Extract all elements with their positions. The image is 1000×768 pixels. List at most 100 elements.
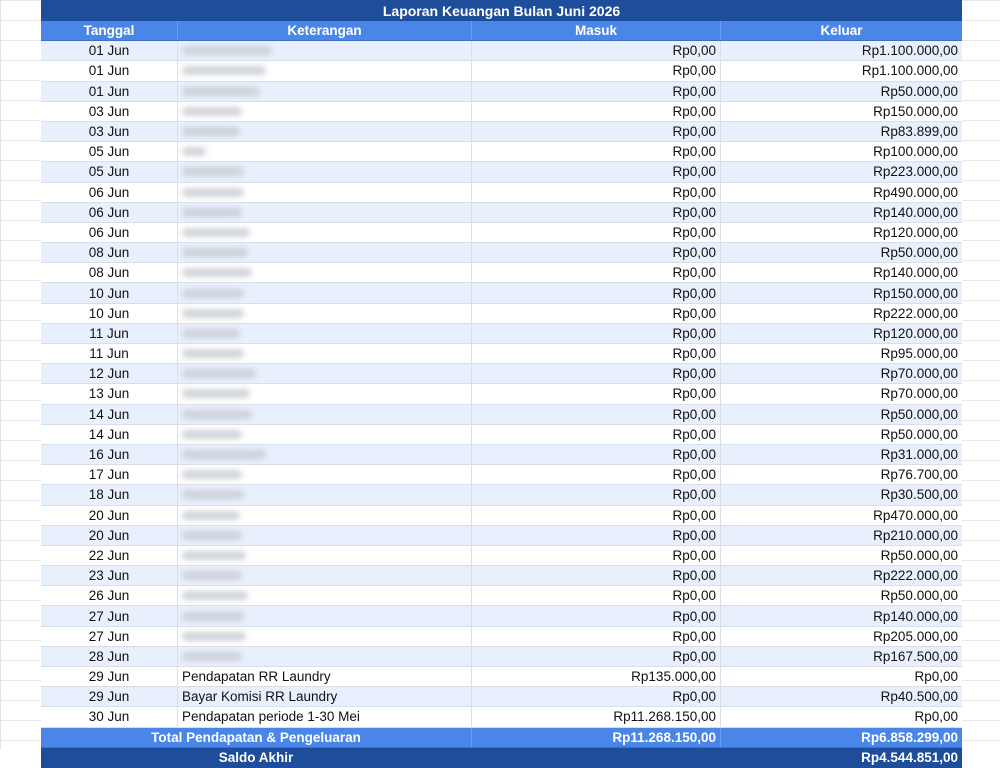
cell-keterangan[interactable] [178, 646, 472, 666]
cell-keterangan[interactable] [178, 545, 472, 566]
cell-keterangan[interactable] [178, 323, 472, 343]
cell-tanggal[interactable]: 10 Jun [41, 303, 178, 323]
cell-tanggal[interactable]: 16 Jun [41, 444, 178, 465]
cell-keterangan[interactable] [178, 384, 472, 404]
header-keluar[interactable]: Keluar [721, 21, 962, 40]
cell-tanggal[interactable]: 06 Jun [41, 222, 178, 243]
cell-keterangan[interactable] [178, 162, 472, 182]
cell-keterangan[interactable] [178, 303, 472, 323]
cell-keterangan[interactable] [178, 465, 472, 485]
cell-tanggal[interactable]: 01 Jun [41, 41, 178, 61]
cell-masuk[interactable]: Rp0,00 [472, 101, 721, 121]
cell-keluar[interactable]: Rp0,00 [721, 667, 962, 686]
cell-tanggal[interactable]: 26 Jun [41, 586, 178, 606]
cell-masuk[interactable]: Rp0,00 [472, 364, 721, 384]
cell-keluar[interactable]: Rp490.000,00 [721, 183, 962, 202]
cell-masuk[interactable]: Rp0,00 [472, 545, 721, 566]
cell-tanggal[interactable]: 13 Jun [41, 384, 178, 404]
saldo-empty-cell[interactable] [472, 747, 721, 768]
cell-keterangan[interactable] [178, 606, 472, 626]
cell-keluar[interactable]: Rp50.000,00 [721, 546, 962, 565]
cell-keterangan[interactable] [178, 81, 472, 101]
cell-keluar[interactable]: Rp222.000,00 [721, 566, 962, 585]
cell-masuk[interactable]: Rp0,00 [472, 626, 721, 646]
cell-tanggal[interactable]: 03 Jun [41, 101, 178, 121]
cell-masuk[interactable]: Rp0,00 [472, 344, 721, 364]
cell-keluar[interactable]: Rp30.500,00 [721, 485, 962, 504]
cell-tanggal[interactable]: 05 Jun [41, 162, 178, 182]
cell-keluar[interactable]: Rp140.000,00 [721, 203, 962, 222]
header-masuk[interactable]: Masuk [472, 21, 721, 41]
cell-keluar[interactable]: Rp50.000,00 [721, 82, 962, 101]
cell-tanggal[interactable]: 27 Jun [41, 626, 178, 646]
cell-tanggal[interactable]: 06 Jun [41, 182, 178, 202]
cell-tanggal[interactable]: 08 Jun [41, 263, 178, 283]
cell-keluar[interactable]: Rp167.500,00 [721, 647, 962, 666]
cell-tanggal[interactable]: 28 Jun [41, 646, 178, 666]
cell-keterangan[interactable] [178, 182, 472, 202]
cell-keluar[interactable]: Rp50.000,00 [721, 425, 962, 444]
cell-masuk[interactable]: Rp0,00 [472, 243, 721, 263]
cell-masuk[interactable]: Rp0,00 [472, 202, 721, 222]
saldo-label[interactable]: Saldo Akhir [41, 747, 472, 768]
cell-tanggal[interactable]: 01 Jun [41, 61, 178, 81]
cell-keluar[interactable]: Rp50.000,00 [721, 243, 962, 262]
report-title[interactable]: Laporan Keuangan Bulan Juni 2026 [41, 0, 962, 21]
cell-keluar[interactable]: Rp150.000,00 [721, 102, 962, 121]
cell-keluar[interactable]: Rp50.000,00 [721, 405, 962, 424]
cell-keluar[interactable]: Rp1.100.000,00 [721, 61, 962, 80]
cell-keluar[interactable]: Rp40.500,00 [721, 687, 962, 706]
cell-masuk[interactable]: Rp0,00 [472, 646, 721, 666]
total-keluar[interactable]: Rp6.858.299,00 [721, 728, 962, 747]
cell-masuk[interactable]: Rp0,00 [472, 444, 721, 465]
cell-keterangan[interactable] [178, 444, 472, 465]
header-keterangan[interactable]: Keterangan [178, 21, 472, 41]
cell-keterangan[interactable] [178, 505, 472, 525]
cell-keluar[interactable]: Rp140.000,00 [721, 606, 962, 625]
cell-masuk[interactable]: Rp0,00 [472, 162, 721, 182]
cell-keterangan[interactable] [178, 404, 472, 424]
cell-keterangan[interactable] [178, 41, 472, 61]
cell-keluar[interactable]: Rp0,00 [721, 707, 962, 726]
cell-tanggal[interactable]: 11 Jun [41, 344, 178, 364]
cell-masuk[interactable]: Rp0,00 [472, 61, 721, 81]
cell-masuk[interactable]: Rp0,00 [472, 505, 721, 525]
cell-masuk[interactable]: Rp0,00 [472, 121, 721, 142]
total-label[interactable]: Total Pendapatan & Pengeluaran [41, 727, 472, 747]
cell-masuk[interactable]: Rp0,00 [472, 384, 721, 404]
cell-tanggal[interactable]: 29 Jun [41, 667, 178, 687]
cell-keterangan[interactable] [178, 344, 472, 364]
cell-keluar[interactable]: Rp1.100.000,00 [721, 41, 962, 60]
cell-keterangan[interactable] [178, 61, 472, 81]
cell-keterangan[interactable] [178, 566, 472, 586]
cell-keterangan[interactable] [178, 485, 472, 505]
cell-keluar[interactable]: Rp210.000,00 [721, 526, 962, 545]
cell-masuk[interactable]: Rp0,00 [472, 81, 721, 101]
cell-keterangan[interactable]: Pendapatan RR Laundry [178, 667, 472, 687]
cell-keluar[interactable]: Rp150.000,00 [721, 283, 962, 302]
cell-keluar[interactable]: Rp120.000,00 [721, 223, 962, 242]
cell-keluar[interactable]: Rp83.899,00 [721, 122, 962, 141]
cell-keluar[interactable]: Rp120.000,00 [721, 324, 962, 343]
header-tanggal[interactable]: Tanggal [41, 21, 178, 41]
cell-keluar[interactable]: Rp100.000,00 [721, 142, 962, 161]
cell-masuk[interactable]: Rp0,00 [472, 222, 721, 243]
cell-masuk[interactable]: Rp0,00 [472, 323, 721, 343]
cell-keluar[interactable]: Rp470.000,00 [721, 506, 962, 525]
cell-tanggal[interactable]: 18 Jun [41, 485, 178, 505]
cell-masuk[interactable]: Rp0,00 [472, 485, 721, 505]
cell-tanggal[interactable]: 30 Jun [41, 707, 178, 727]
cell-masuk[interactable]: Rp0,00 [472, 687, 721, 707]
cell-masuk[interactable]: Rp0,00 [472, 606, 721, 626]
cell-tanggal[interactable]: 11 Jun [41, 323, 178, 343]
cell-keluar[interactable]: Rp95.000,00 [721, 344, 962, 363]
cell-keterangan[interactable] [178, 101, 472, 121]
cell-masuk[interactable]: Rp0,00 [472, 404, 721, 424]
cell-tanggal[interactable]: 27 Jun [41, 606, 178, 626]
cell-tanggal[interactable]: 10 Jun [41, 283, 178, 303]
cell-keterangan[interactable] [178, 424, 472, 444]
cell-masuk[interactable]: Rp0,00 [472, 182, 721, 202]
cell-keterangan[interactable]: Pendapatan periode 1-30 Mei [178, 707, 472, 727]
cell-masuk[interactable]: Rp11.268.150,00 [472, 707, 721, 727]
cell-keterangan[interactable] [178, 142, 472, 162]
